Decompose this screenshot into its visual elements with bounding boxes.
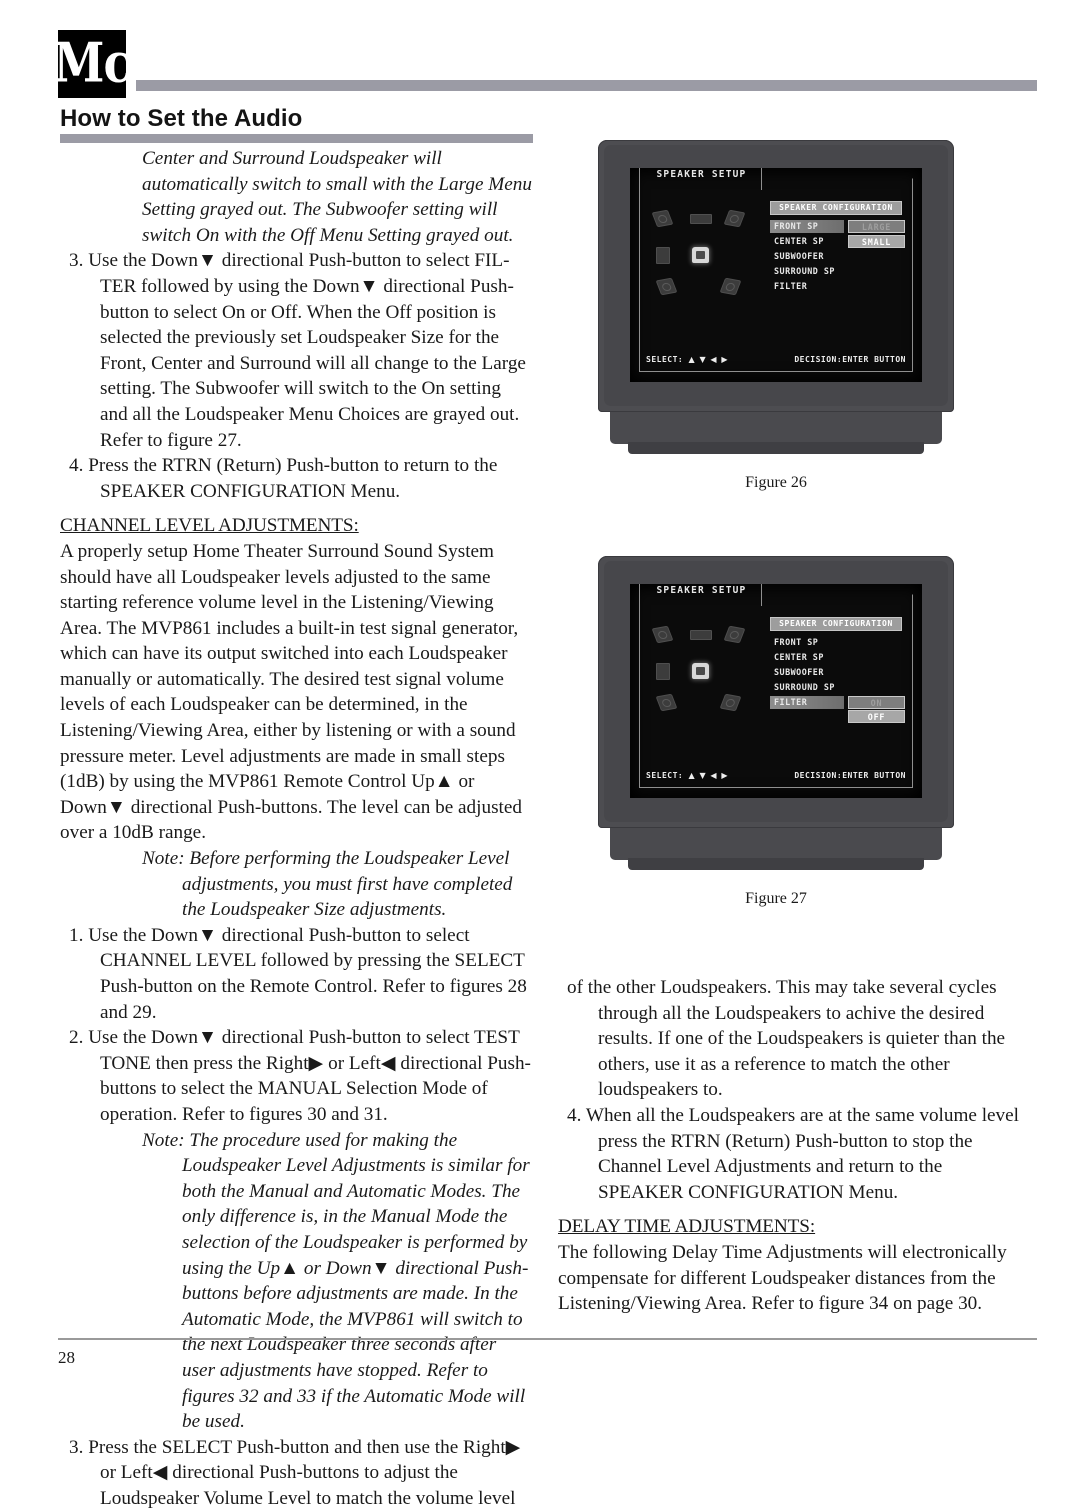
menu-row-label: FRONT SP: [774, 221, 819, 231]
menu-row-label: SUBWOOFER: [774, 667, 824, 677]
mcintosh-logo: Mc: [54, 30, 131, 98]
menu-row-label: SURROUND SP: [774, 266, 835, 276]
tv-foot: [628, 858, 924, 870]
osd-tab-title: SPEAKER SETUP: [656, 585, 747, 596]
figure-27-caption: Figure 27: [745, 890, 807, 907]
page-number: 28: [58, 1348, 75, 1367]
front-right-speaker-icon: [723, 209, 746, 228]
menu-row-label: FRONT SP: [774, 637, 819, 647]
osd-select-hint: SELECT: ▲ ▼ ◀ ▶: [646, 771, 729, 780]
menu-row-label: SUBWOOFER: [774, 251, 824, 261]
continuation-paragraph: of the other Loudspeakers. This may take…: [567, 977, 1006, 1101]
osd-select-label: SELECT:: [646, 355, 684, 364]
osd-menu: SPEAKER CONFIGURATION FRONT SP LARGE CEN…: [770, 201, 905, 294]
note-2: Note: The procedure used for making the …: [142, 1129, 530, 1433]
surround-right-speaker-icon: [719, 693, 742, 712]
menu-row[interactable]: FILTER: [770, 279, 902, 294]
footer-divider: [58, 1338, 1037, 1340]
surround-left-speaker-icon: [655, 277, 678, 296]
listener-icon: [692, 663, 709, 679]
delay-time-heading: DELAY TIME ADJUSTMENTS:: [558, 1216, 816, 1238]
option-on[interactable]: ON: [848, 696, 905, 709]
subwoofer-icon: [656, 663, 670, 680]
tv-screen: SPEAKER SETUP SPEAKER CONFIGURATION FRON…: [630, 168, 922, 382]
menu-row[interactable]: SURROUND SP: [770, 264, 902, 279]
speaker-layout-diagram: [651, 623, 748, 719]
osd-menu-header: SPEAKER CONFIGURATION: [770, 617, 902, 631]
osd-panel: SPEAKER SETUP SPEAKER CONFIGURATION FRON…: [639, 168, 913, 372]
menu-row[interactable]: CENTER SP: [770, 650, 902, 665]
page-header: Mc How to Set the Audio: [0, 0, 1080, 143]
menu-row-label: CENTER SP: [774, 236, 824, 246]
menu-row[interactable]: FRONT SP LARGE: [770, 219, 905, 234]
step-4: 4. Press the RTRN (Return) Push-button t…: [69, 455, 498, 502]
delay-time-body: The following Delay Time Adjustments wil…: [558, 1241, 1007, 1315]
step-3: 3. Use the Down▼ directional Push-button…: [69, 250, 526, 451]
tv-illustration: SPEAKER SETUP SPEAKER CONFIGURATION FRON…: [590, 140, 962, 462]
listener-icon: [692, 247, 709, 263]
channel-level-body: A properly setup Home Theater Surround S…: [60, 540, 522, 844]
step-3b: 3. Press the SELECT Push-button and then…: [69, 1436, 521, 1509]
option-large[interactable]: LARGE: [848, 220, 905, 233]
subwoofer-icon: [656, 247, 670, 264]
menu-row[interactable]: FRONT SP: [770, 635, 902, 650]
osd-menu-rows: FRONT SP LARGE CENTER SP SMALL SUBWOOFER…: [770, 219, 905, 294]
step-1: 1. Use the Down▼ directional Push-button…: [69, 924, 527, 1023]
menu-row[interactable]: SURROUND SP: [770, 680, 902, 695]
header-divider-bar: [136, 80, 1037, 91]
right-step-4: 4. When all the Loudspeakers are at the …: [567, 1104, 1019, 1203]
menu-row-label: FILTER: [774, 281, 808, 291]
front-right-speaker-icon: [723, 625, 746, 644]
direction-arrows-icon: ▲ ▼ ◀ ▶: [688, 355, 729, 364]
note-intro: Center and Surround Loudspeaker will aut…: [142, 148, 532, 246]
channel-level-heading: CHANNEL LEVEL ADJUSTMENTS:: [60, 515, 359, 537]
center-speaker-icon: [690, 214, 712, 224]
figure-26-caption: Figure 26: [745, 474, 807, 491]
tv-neck: [610, 824, 942, 860]
osd-footer: SELECT: ▲ ▼ ◀ ▶ DECISION:ENTER BUTTON: [646, 355, 906, 364]
direction-arrows-icon: ▲ ▼ ◀ ▶: [688, 771, 729, 780]
option-small[interactable]: SMALL: [848, 235, 905, 248]
tv-screen: SPEAKER SETUP SPEAKER CONFIGURATION FRON…: [630, 584, 922, 798]
menu-row[interactable]: FILTER ON OFF: [770, 695, 905, 723]
osd-select-label: SELECT:: [646, 771, 684, 780]
menu-row-label: CENTER SP: [774, 652, 824, 662]
osd-menu-header: SPEAKER CONFIGURATION: [770, 201, 902, 215]
surround-left-speaker-icon: [655, 693, 678, 712]
tv-neck: [610, 408, 942, 444]
note-1: Note: Before performing the Loudspeaker …: [142, 848, 513, 921]
front-left-speaker-icon: [651, 625, 674, 644]
osd-decision-hint: DECISION:ENTER BUTTON: [794, 355, 906, 364]
osd-panel: SPEAKER SETUP SPEAKER CONFIGURATION FRON…: [639, 584, 913, 788]
menu-row-label: SURROUND SP: [774, 682, 835, 692]
osd-footer: SELECT: ▲ ▼ ◀ ▶ DECISION:ENTER BUTTON: [646, 771, 906, 780]
front-left-speaker-icon: [651, 209, 674, 228]
menu-row[interactable]: SUBWOOFER: [770, 249, 902, 264]
osd-menu: SPEAKER CONFIGURATION FRONT SP CENTER SP…: [770, 617, 905, 723]
surround-right-speaker-icon: [719, 277, 742, 296]
title-underline-bar: [60, 134, 533, 143]
step-2: 2. Use the Down▼ directional Push-button…: [69, 1027, 531, 1125]
menu-row[interactable]: SUBWOOFER: [770, 665, 902, 680]
right-text-column: of the other Loudspeakers. This may take…: [558, 975, 1030, 1317]
osd-menu-rows: FRONT SP CENTER SP SUBWOOFER SURROUND SP: [770, 635, 905, 723]
tv-foot: [628, 442, 924, 454]
center-speaker-icon: [690, 630, 712, 640]
osd-tab-title: SPEAKER SETUP: [656, 169, 747, 180]
speaker-layout-diagram: [651, 207, 748, 303]
logo-glyph: Mc: [53, 30, 132, 95]
figure-27: SPEAKER SETUP SPEAKER CONFIGURATION FRON…: [590, 556, 990, 907]
menu-row[interactable]: CENTER SP SMALL: [770, 234, 905, 249]
osd-decision-hint: DECISION:ENTER BUTTON: [794, 771, 906, 780]
page-title: How to Set the Audio: [60, 105, 303, 132]
tv-illustration: SPEAKER SETUP SPEAKER CONFIGURATION FRON…: [590, 556, 962, 878]
osd-select-hint: SELECT: ▲ ▼ ◀ ▶: [646, 355, 729, 364]
menu-row-label: FILTER: [774, 697, 808, 707]
left-text-column: Center and Surround Loudspeaker will aut…: [60, 146, 532, 1511]
option-off[interactable]: OFF: [848, 710, 905, 723]
figure-26: SPEAKER SETUP SPEAKER CONFIGURATION FRON…: [590, 140, 990, 491]
